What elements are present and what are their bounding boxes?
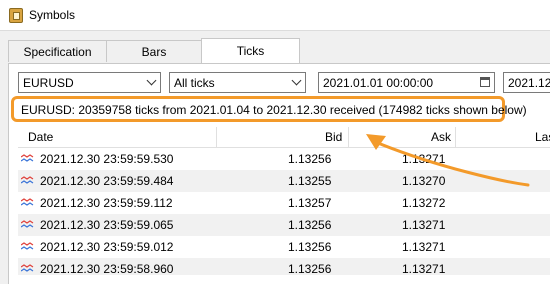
column-header-date[interactable]: Date xyxy=(28,130,53,144)
symbol-select[interactable]: EURUSD xyxy=(18,72,161,93)
ticks-table: Date Bid Ask Las 2021.12.30 23:59:59.530… xyxy=(18,127,550,275)
table-header: Date Bid Ask Las xyxy=(18,127,550,148)
cell-bid: 1.13256 xyxy=(288,240,332,254)
cell-bid: 1.13255 xyxy=(288,174,332,188)
tab-bars[interactable]: Bars xyxy=(106,40,202,62)
symbols-app-icon xyxy=(9,8,23,23)
window-title: Symbols xyxy=(29,8,76,22)
tab-ticks[interactable]: Ticks xyxy=(201,38,300,64)
date-from-value: 2021.01.01 00:00:00 xyxy=(323,76,434,90)
table-row[interactable]: 2021.12.30 23:59:59.065 1.13256 1.13271 xyxy=(18,214,550,236)
cell-ask: 1.13271 xyxy=(402,262,446,275)
column-separator xyxy=(455,127,456,147)
cell-bid: 1.13257 xyxy=(288,196,332,210)
cell-date: 2021.12.30 23:59:59.012 xyxy=(40,240,174,254)
cell-ask: 1.13271 xyxy=(402,152,446,166)
cell-ask: 1.13270 xyxy=(402,174,446,188)
column-header-last[interactable]: Las xyxy=(535,130,550,144)
table-row[interactable]: 2021.12.30 23:59:58.960 1.13256 1.13271 xyxy=(18,258,550,275)
cell-ask: 1.13271 xyxy=(402,218,446,232)
cell-date: 2021.12.30 23:59:58.960 xyxy=(40,262,174,275)
date-to-value: 2021.12.3 xyxy=(508,76,550,90)
symbol-select-value: EURUSD xyxy=(23,76,74,90)
column-header-ask[interactable]: Ask xyxy=(431,130,451,144)
column-header-bid[interactable]: Bid xyxy=(325,130,342,144)
tick-type-select-value: All ticks xyxy=(174,76,215,90)
tick-icon xyxy=(21,220,34,228)
cell-date: 2021.12.30 23:59:59.484 xyxy=(40,174,174,188)
cell-date: 2021.12.30 23:59:59.530 xyxy=(40,152,174,166)
ticks-status-message: EURUSD: 20359758 ticks from 2021.01.04 t… xyxy=(11,96,527,122)
tab-strip: Specification Bars Ticks xyxy=(0,38,550,64)
cell-ask: 1.13272 xyxy=(402,196,446,210)
status-text: EURUSD: 20359758 ticks from 2021.01.04 t… xyxy=(21,103,527,117)
tick-icon xyxy=(21,154,34,162)
table-row[interactable]: 2021.12.30 23:59:59.112 1.13257 1.13272 xyxy=(18,192,550,214)
table-row[interactable]: 2021.12.30 23:59:59.530 1.13256 1.13271 xyxy=(18,148,550,170)
cell-bid: 1.13256 xyxy=(288,262,332,275)
tick-type-select[interactable]: All ticks xyxy=(169,72,306,93)
calendar-icon[interactable] xyxy=(480,77,490,87)
date-to-picker[interactable]: 2021.12.3 xyxy=(503,72,550,93)
cell-bid: 1.13256 xyxy=(288,152,332,166)
tick-icon xyxy=(21,176,34,184)
cell-date: 2021.12.30 23:59:59.065 xyxy=(40,218,174,232)
column-separator xyxy=(348,127,349,147)
table-row[interactable]: 2021.12.30 23:59:59.484 1.13255 1.13270 xyxy=(18,170,550,192)
column-separator xyxy=(216,127,217,147)
chevron-down-icon xyxy=(291,75,302,86)
tab-specification[interactable]: Specification xyxy=(8,40,107,62)
cell-bid: 1.13256 xyxy=(288,218,332,232)
title-bar: Symbols xyxy=(0,0,550,31)
cell-date: 2021.12.30 23:59:59.112 xyxy=(40,196,173,210)
table-row[interactable]: 2021.12.30 23:59:59.012 1.13256 1.13271 xyxy=(18,236,550,258)
tick-icon xyxy=(21,242,34,250)
tick-icon xyxy=(21,264,34,272)
date-from-picker[interactable]: 2021.01.01 00:00:00 xyxy=(318,72,495,93)
chevron-down-icon xyxy=(146,75,157,86)
tick-icon xyxy=(21,198,34,206)
cell-ask: 1.13271 xyxy=(402,240,446,254)
